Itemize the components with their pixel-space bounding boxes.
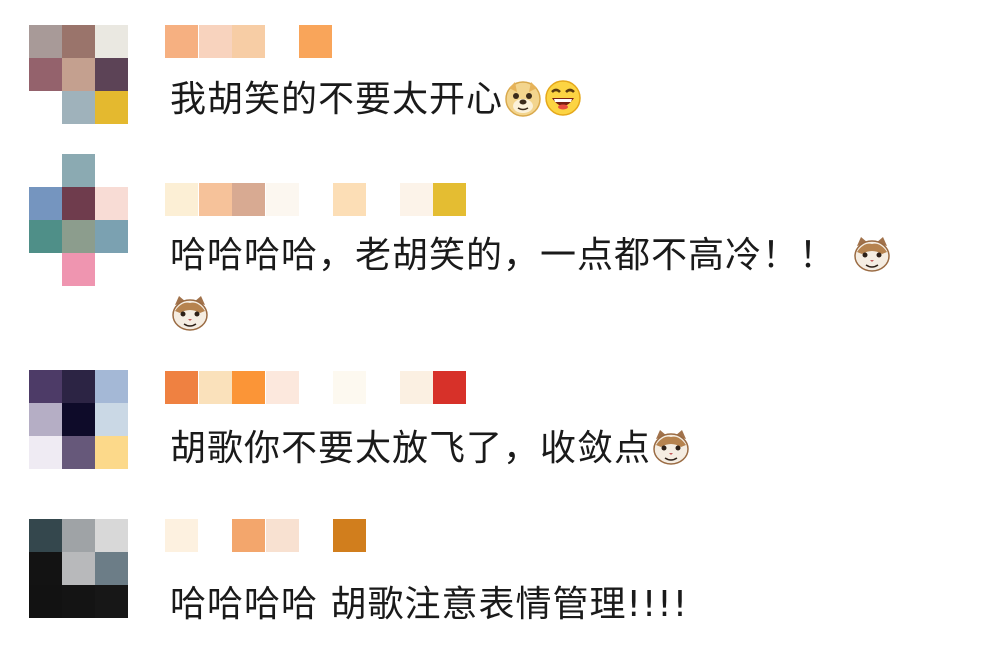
username-pixel [198, 25, 232, 58]
avatar-pixel [95, 552, 128, 585]
username-pixel [265, 25, 299, 58]
avatar-pixel [95, 58, 128, 91]
avatar-pixel [62, 552, 95, 585]
avatar-pixel [95, 253, 128, 286]
username-pixel [299, 371, 332, 404]
username-pixel [399, 183, 433, 216]
username-pixel [232, 519, 265, 552]
avatar[interactable] [29, 154, 128, 286]
username-pixel [299, 183, 332, 216]
avatar-pixel [29, 436, 62, 469]
cat-emoji-icon [651, 427, 691, 467]
avatar-pixel [29, 220, 62, 253]
avatar-pixel [29, 91, 62, 124]
avatar-pixel [29, 154, 62, 187]
avatar-pixel [95, 91, 128, 124]
avatar-pixel [62, 585, 95, 618]
comment-text-content: 哈哈哈哈 胡歌注意表情管理!!!! [170, 584, 689, 625]
avatar-pixel [62, 436, 95, 469]
username-pixel [299, 25, 332, 58]
avatar-pixel [62, 519, 95, 552]
username-pixel [232, 371, 265, 404]
username-pixel [265, 519, 299, 552]
username-pixel [366, 183, 399, 216]
username-pixel [399, 371, 433, 404]
avatar-pixel [62, 403, 95, 436]
avatar-pixel [29, 552, 62, 585]
avatar-pixel [95, 585, 128, 618]
username-pixel [332, 519, 366, 552]
avatar-pixel [95, 187, 128, 220]
comment-text-content: 胡歌你不要太放飞了，收敛点 [170, 428, 652, 469]
username-pixel [332, 371, 366, 404]
comment-text-content: 哈哈哈哈，老胡笑的，一点都不高冷！！ [170, 235, 837, 276]
username-pixel [433, 183, 466, 216]
username-pixel [165, 519, 198, 552]
comment-text: 哈哈哈哈 胡歌注意表情管理!!!! [170, 576, 688, 634]
username-pixel [165, 371, 198, 404]
username-pixel [198, 371, 232, 404]
avatar-pixel [62, 220, 95, 253]
avatar-pixel [95, 370, 128, 403]
username-pixel [232, 25, 265, 58]
avatar-pixel [29, 370, 62, 403]
avatar-pixel [95, 436, 128, 469]
comment-item: 哈哈哈哈 胡歌注意表情管理!!!! [0, 510, 1000, 654]
avatar-pixel [29, 58, 62, 91]
comment-item: 胡歌你不要太放飞了，收敛点 [0, 360, 1000, 510]
username-pixel [433, 371, 466, 404]
avatar-pixel [62, 58, 95, 91]
username-pixel [165, 183, 198, 216]
username-pixel [198, 519, 232, 552]
comment-text: 哈哈哈哈，老胡笑的，一点都不高冷！！ [170, 227, 892, 285]
avatar[interactable] [29, 370, 128, 469]
username-pixel [198, 183, 232, 216]
username-pixel [232, 183, 265, 216]
username-pixel [299, 519, 332, 552]
username-pixel [366, 371, 399, 404]
comment-item: 我胡笑的不要太开心 [0, 0, 1000, 150]
avatar-pixel [29, 187, 62, 220]
avatar-pixel [29, 25, 62, 58]
avatar-pixel [29, 403, 62, 436]
avatar-pixel [95, 519, 128, 552]
avatar-pixel [62, 187, 95, 220]
cat-emoji-icon [852, 234, 892, 274]
username-pixel [332, 183, 366, 216]
avatar-pixel [62, 91, 95, 124]
avatar-pixel [62, 253, 95, 286]
doge-emoji-icon [503, 78, 543, 118]
comment-text: 胡歌你不要太放飞了，收敛点 [170, 420, 691, 478]
avatar-pixel [29, 519, 62, 552]
avatar-pixel [29, 253, 62, 286]
comment-text: 我胡笑的不要太开心 [170, 71, 583, 129]
avatar-pixel [62, 370, 95, 403]
avatar-pixel [95, 154, 128, 187]
avatar-pixel [62, 25, 95, 58]
comment-text-wrap [170, 286, 210, 344]
laugh-emoji-icon [543, 78, 583, 118]
avatar-pixel [95, 25, 128, 58]
avatar-pixel [95, 220, 128, 253]
comment-text-content: 我胡笑的不要太开心 [170, 79, 504, 120]
avatar[interactable] [29, 519, 128, 618]
avatar-pixel [29, 585, 62, 618]
username-pixel [265, 183, 299, 216]
avatar-pixel [62, 154, 95, 187]
avatar-pixel [95, 403, 128, 436]
comment-item: 哈哈哈哈，老胡笑的，一点都不高冷！！ [0, 150, 1000, 360]
cat-emoji-icon [170, 293, 210, 333]
username-pixel [165, 25, 198, 58]
username-pixel [265, 371, 299, 404]
avatar[interactable] [29, 25, 128, 124]
